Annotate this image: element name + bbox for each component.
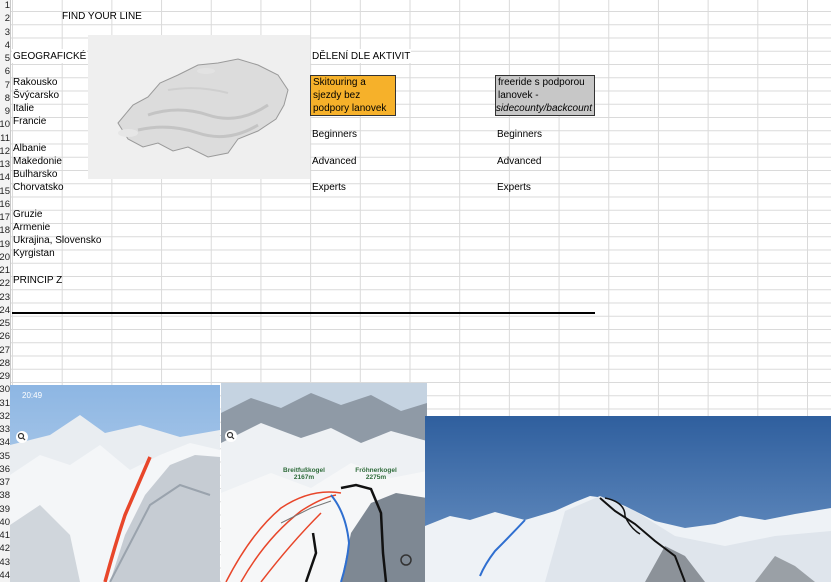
box-text: freeride s podporou <box>498 77 585 88</box>
box-text: podpory lanovek <box>313 103 387 115</box>
row-number[interactable]: 30 <box>0 383 10 396</box>
box-line: Skitouring a <box>313 76 393 89</box>
peak-label: Fröhnerkogel 2275m <box>355 467 397 481</box>
country-cell[interactable]: Chorvatsko <box>13 182 64 194</box>
row-number[interactable]: 35 <box>0 450 10 463</box>
row-number[interactable]: 29 <box>0 370 10 383</box>
level-cell[interactable]: Beginners <box>497 129 542 141</box>
box-line: sidecounty/backcount <box>495 102 592 115</box>
level-cell[interactable]: Experts <box>312 182 346 194</box>
row-number[interactable]: 20 <box>0 251 10 264</box>
row-number[interactable]: 25 <box>0 317 10 330</box>
country-cell[interactable]: Rakousko <box>13 77 57 89</box>
box-line: podpory lanovek <box>313 102 393 115</box>
row-number[interactable]: 6 <box>0 65 10 78</box>
row-number[interactable]: 14 <box>0 171 10 184</box>
row-number[interactable]: 4 <box>0 39 10 52</box>
row-number[interactable]: 17 <box>0 211 10 224</box>
peak-label: Breitfußkogel 2167m <box>283 467 325 481</box>
box-text: sidecounty/backcount <box>495 103 592 115</box>
level-cell[interactable]: Advanced <box>497 156 541 168</box>
row-number[interactable]: 34 <box>0 436 10 449</box>
row-number[interactable]: 43 <box>0 556 10 569</box>
country-cell[interactable]: Francie <box>13 116 46 128</box>
row-number[interactable]: 1 <box>0 0 10 12</box>
row-number[interactable]: 15 <box>0 185 10 198</box>
row-number[interactable]: 41 <box>0 529 10 542</box>
row-number[interactable]: 39 <box>0 503 10 516</box>
box-text: lanovek - <box>498 90 539 102</box>
country-cell[interactable]: Makedonie <box>13 156 62 168</box>
row-number[interactable]: 36 <box>0 463 10 476</box>
phone-map-screenshot-image[interactable]: 20:49 <box>10 385 220 582</box>
row-number[interactable]: 10 <box>0 118 10 131</box>
row-number[interactable]: 8 <box>0 92 10 105</box>
thick-border-line <box>12 312 595 314</box>
level-cell[interactable]: Beginners <box>312 129 357 141</box>
row-number[interactable]: 31 <box>0 397 10 410</box>
row-number[interactable]: 44 <box>0 569 10 582</box>
row-number[interactable]: 40 <box>0 516 10 529</box>
geographic-header-cell[interactable]: GEOGRAFICKÉ <box>13 51 86 63</box>
principle-cell[interactable]: PRINCIP Z <box>13 275 62 287</box>
freeride-box[interactable]: freeride s podporou lanovek - sidecounty… <box>495 75 595 116</box>
row-number[interactable]: 38 <box>0 489 10 502</box>
row-number[interactable]: 16 <box>0 198 10 211</box>
box-line: sjezdy bez <box>313 89 393 102</box>
country-cell[interactable]: Švýcarsko <box>13 90 59 102</box>
row-number[interactable]: 37 <box>0 476 10 489</box>
country-cell[interactable]: Albanie <box>13 143 46 155</box>
row-number[interactable]: 42 <box>0 542 10 555</box>
row-number[interactable]: 7 <box>0 79 10 92</box>
row-number[interactable]: 13 <box>0 158 10 171</box>
row-number[interactable]: 27 <box>0 344 10 357</box>
box-line: freeride s podporou <box>498 76 592 89</box>
country-cell[interactable]: Bulharsko <box>13 169 57 181</box>
skitouring-box[interactable]: Skitouring a sjezdy bez podpory lanovek <box>310 75 396 116</box>
row-number[interactable]: 11 <box>0 132 10 145</box>
country-cell[interactable]: Armenie <box>13 222 50 234</box>
row-number[interactable]: 18 <box>0 224 10 237</box>
box-line: lanovek - <box>498 89 592 102</box>
country-cell[interactable]: Gruzie <box>13 209 42 221</box>
row-number[interactable]: 21 <box>0 264 10 277</box>
switzerland-relief-map-image[interactable] <box>88 35 310 179</box>
mountain-photo-image[interactable] <box>425 416 831 582</box>
title-cell[interactable]: FIND YOUR LINE <box>62 11 142 23</box>
row-number[interactable]: 2 <box>0 12 10 25</box>
row-number[interactable]: 3 <box>0 26 10 39</box>
row-number[interactable]: 32 <box>0 410 10 423</box>
box-text: Skitouring a <box>313 77 366 88</box>
row-number[interactable]: 33 <box>0 423 10 436</box>
row-number[interactable]: 19 <box>0 238 10 251</box>
phone-status-time: 20:49 <box>22 391 43 400</box>
level-cell[interactable]: Experts <box>497 182 531 194</box>
country-cell[interactable]: Ukrajina, Slovensko <box>13 235 101 247</box>
activity-header-cell[interactable]: DĚLENÍ DLE AKTIVIT <box>312 51 410 63</box>
row-number[interactable]: 23 <box>0 291 10 304</box>
row-number[interactable]: 24 <box>0 304 10 317</box>
country-cell[interactable]: Kyrgistan <box>13 248 55 260</box>
row-number[interactable]: 5 <box>0 52 10 65</box>
row-number[interactable]: 12 <box>0 145 10 158</box>
row-number[interactable]: 9 <box>0 105 10 118</box>
row-number[interactable]: 22 <box>0 277 10 290</box>
row-number[interactable]: 28 <box>0 357 10 370</box>
box-text: sjezdy bez <box>313 90 361 102</box>
ski-map-3d-image[interactable]: Breitfußkogel 2167m Fröhnerkogel 2275m <box>221 383 427 582</box>
country-cell[interactable]: Italie <box>13 103 34 115</box>
row-number[interactable]: 26 <box>0 330 10 343</box>
level-cell[interactable]: Advanced <box>312 156 356 168</box>
